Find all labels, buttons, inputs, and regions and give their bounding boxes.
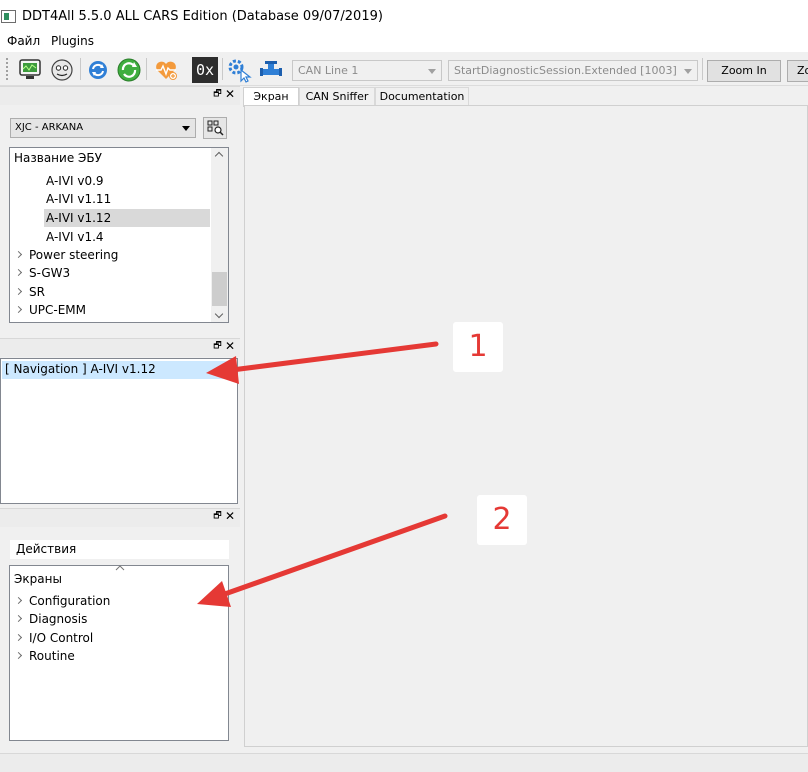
toolbar-grip[interactable]	[5, 57, 9, 81]
tree-group[interactable]: UPC-EMM	[29, 301, 86, 319]
diagnostic-session-value: StartDiagnosticSession.Extended [1003]	[454, 64, 677, 77]
title-bar: DDT4All 5.5.0 ALL CARS Edition (Database…	[0, 0, 808, 32]
sync-icon[interactable]	[116, 57, 142, 83]
status-bar	[0, 753, 808, 772]
chevron-right-icon[interactable]	[14, 651, 23, 660]
float-icon[interactable]: 🗗	[213, 342, 222, 351]
menu-file[interactable]: Файл	[7, 34, 40, 48]
vehicle-select-value: XJC - ARKANA	[15, 122, 84, 133]
screen-list-item-selected[interactable]: [ Navigation ] A-IVI v1.12	[2, 361, 236, 379]
diagnostic-session-select[interactable]: StartDiagnosticSession.Extended [1003]	[448, 60, 698, 81]
chevron-down-icon	[684, 69, 692, 74]
tree-category[interactable]: Routine	[29, 647, 75, 665]
tree-category[interactable]: I/O Control	[29, 629, 93, 647]
screen-tab-content	[244, 105, 808, 747]
vehicle-select[interactable]: XJC - ARKANA	[10, 118, 196, 138]
float-icon[interactable]: 🗗	[213, 90, 222, 99]
tree-item-ecu[interactable]: A-IVI v1.4	[46, 228, 104, 246]
zoom-in-button[interactable]: Zoom In	[707, 60, 781, 82]
sort-up-icon	[115, 565, 125, 571]
scrollbar-thumb[interactable]	[212, 272, 227, 306]
callout-2: 2	[477, 495, 527, 545]
ecu-tree-header: Название ЭБУ	[14, 151, 102, 165]
hex-icon[interactable]: 0x	[192, 57, 218, 83]
monitor-icon[interactable]	[17, 57, 43, 83]
actions-dock-titlebar[interactable]: 🗗 ✕	[0, 508, 240, 527]
close-icon[interactable]: ✕	[225, 510, 235, 523]
ecu-tree-scrollbar[interactable]	[211, 148, 228, 322]
app-icon	[1, 10, 16, 23]
chevron-right-icon[interactable]	[14, 633, 23, 642]
ecu-dock-titlebar[interactable]: 🗗 ✕	[0, 86, 240, 105]
chevron-right-icon[interactable]	[14, 287, 23, 296]
toolbar: 0x CAN Line 1 StartDiagnosticSession.Ext…	[0, 52, 808, 86]
toolbar-separator	[222, 58, 223, 80]
tab-documentation[interactable]: Documentation	[375, 87, 469, 106]
chevron-right-icon[interactable]	[14, 305, 23, 314]
toolbar-separator	[80, 58, 81, 80]
float-icon[interactable]: 🗗	[213, 512, 222, 521]
tree-group[interactable]: SR	[29, 283, 45, 301]
chevron-down-icon	[428, 69, 436, 74]
chevron-right-icon[interactable]	[14, 268, 23, 277]
toolbar-separator	[146, 58, 147, 80]
chevron-down-icon	[182, 126, 190, 131]
screen-list[interactable]: [ Navigation ] A-IVI v1.12	[0, 358, 238, 504]
actions-label: Действия	[10, 540, 229, 559]
scroll-up-icon[interactable]	[214, 151, 224, 161]
settings-pointer-icon[interactable]	[226, 57, 252, 83]
menu-plugins[interactable]: Plugins	[51, 34, 94, 48]
chevron-right-icon[interactable]	[14, 250, 23, 259]
tree-item-ecu-selected[interactable]: A-IVI v1.12	[44, 209, 210, 227]
chevron-right-icon[interactable]	[14, 614, 23, 623]
actions-tree[interactable]: Экраны Configuration Diagnosis I/O Contr…	[9, 565, 229, 741]
ecu-tree[interactable]: Название ЭБУ A-IVI v0.9 A-IVI v1.11 A-IV…	[9, 147, 229, 323]
qr-search-icon	[207, 120, 224, 136]
scroll-down-icon[interactable]	[214, 309, 224, 319]
zoom-out-button[interactable]: Zo	[787, 60, 808, 82]
window-title: DDT4All 5.5.0 ALL CARS Edition (Database…	[22, 9, 383, 24]
tab-screen[interactable]: Экран	[243, 87, 299, 107]
ecu-search-button[interactable]	[203, 117, 227, 139]
pipe-valve-icon[interactable]	[258, 57, 284, 83]
close-icon[interactable]: ✕	[225, 340, 235, 353]
tree-group[interactable]: Power steering	[29, 246, 118, 264]
heart-monitor-icon[interactable]	[153, 57, 179, 83]
tree-group[interactable]: S-GW3	[29, 264, 70, 282]
tab-can-sniffer[interactable]: CAN Sniffer	[299, 87, 375, 106]
can-line-value: CAN Line 1	[298, 64, 359, 77]
toolbar-separator	[702, 58, 703, 80]
callout-1: 1	[453, 322, 503, 372]
refresh-icon[interactable]	[85, 57, 111, 83]
tree-category[interactable]: Diagnosis	[29, 610, 87, 628]
chevron-right-icon[interactable]	[14, 596, 23, 605]
close-icon[interactable]: ✕	[225, 88, 235, 101]
menu-bar: Файл Plugins	[0, 32, 808, 52]
tree-category[interactable]: Configuration	[29, 592, 110, 610]
actions-tree-header: Экраны	[14, 572, 62, 586]
tree-item-ecu[interactable]: A-IVI v0.9	[46, 172, 104, 190]
can-line-select[interactable]: CAN Line 1	[292, 60, 442, 81]
tree-item-ecu[interactable]: A-IVI v1.11	[46, 190, 111, 208]
screens-dock-titlebar[interactable]: 🗗 ✕	[0, 338, 240, 357]
mascot-icon[interactable]	[49, 57, 75, 83]
